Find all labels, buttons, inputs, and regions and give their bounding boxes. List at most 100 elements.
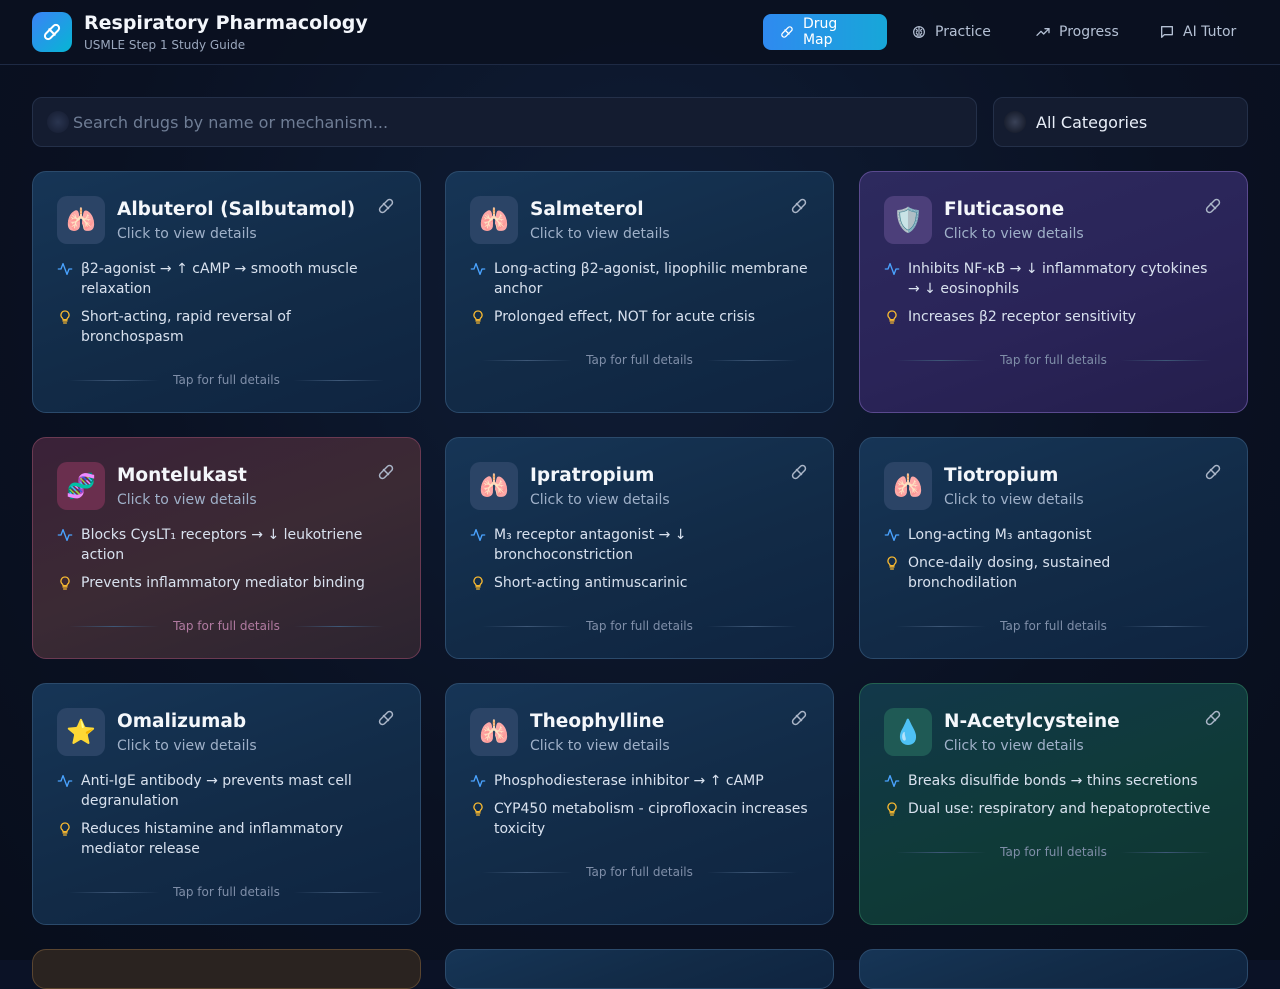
open-details-button[interactable]: [789, 462, 809, 482]
tap-hint-text: Tap for full details: [1000, 353, 1107, 367]
clinical-note-text: CYP450 metabolism - ciprofloxacin increa…: [494, 801, 808, 837]
pill-icon: [781, 26, 793, 38]
drug-card-partial[interactable]: [445, 949, 834, 989]
search-icon: [47, 111, 69, 133]
tap-hint: Tap for full details: [470, 865, 809, 879]
tap-hint-text: Tap for full details: [173, 885, 280, 899]
drug-emoji: 🧬: [66, 472, 96, 500]
pill-link-icon: [378, 710, 394, 726]
activity-icon: [884, 775, 900, 787]
drug-card-subtitle: Click to view details: [117, 492, 257, 508]
mechanism-text: Blocks CysLT₁ receptors → ↓ leukotriene …: [81, 527, 363, 563]
drug-name: Albuterol (Salbutamol): [117, 199, 356, 220]
activity-icon: [57, 529, 73, 541]
lightbulb-icon: [887, 802, 897, 816]
drug-name: Montelukast: [117, 465, 247, 486]
drug-card[interactable]: 🫁 Salmeterol Click to view details Long-act…: [445, 171, 834, 413]
divider: [706, 625, 797, 627]
divider: [69, 891, 160, 893]
mechanism-row: Phosphodiesterase inhibitor → ↑ cAMP: [470, 771, 809, 791]
activity-icon: [57, 263, 73, 275]
app-title: Respiratory Pharmacology: [84, 12, 368, 34]
nav-drug-map[interactable]: Drug Map: [763, 14, 887, 50]
drug-card-subtitle: Click to view details: [530, 492, 670, 508]
activity-icon: [884, 529, 900, 541]
divider: [1120, 851, 1211, 853]
tap-hint: Tap for full details: [57, 619, 396, 633]
mechanism-row: Long-acting β2-agonist, lipophilic membr…: [470, 259, 809, 299]
drug-card-partial[interactable]: [859, 949, 1248, 989]
drug-icon: ⭐: [57, 708, 105, 756]
tap-hint-text: Tap for full details: [173, 373, 280, 387]
pill-link-icon: [791, 464, 807, 480]
mechanism-row: Anti-IgE antibody → prevents mast cell d…: [57, 771, 396, 811]
mechanism-text: Anti-IgE antibody → prevents mast cell d…: [81, 773, 352, 809]
open-details-button[interactable]: [1203, 708, 1223, 728]
divider: [482, 625, 573, 627]
open-details-button[interactable]: [1203, 462, 1223, 482]
nav-label: Progress: [1059, 24, 1119, 40]
clinical-note-row: Short-acting, rapid reversal of bronchos…: [57, 307, 396, 347]
pill-link-icon: [1205, 710, 1221, 726]
drug-card-subtitle: Click to view details: [530, 226, 670, 242]
open-details-button[interactable]: [1203, 196, 1223, 216]
tap-hint: Tap for full details: [57, 885, 396, 899]
drug-card[interactable]: ⭐ Omalizumab Click to view details Anti-IgE…: [32, 683, 421, 925]
tap-hint-text: Tap for full details: [586, 353, 693, 367]
drug-emoji: 🫁: [893, 472, 923, 500]
divider: [293, 891, 384, 893]
clinical-note-row: Prolonged effect, NOT for acute crisis: [470, 307, 809, 327]
drug-card[interactable]: 💧 N-Acetylcysteine Click to view details Br…: [859, 683, 1248, 925]
lightbulb-icon: [473, 576, 483, 590]
open-details-button[interactable]: [789, 708, 809, 728]
nav-progress[interactable]: Progress: [1019, 14, 1139, 50]
nav-label: Practice: [935, 24, 991, 40]
divider: [69, 625, 160, 627]
drug-card[interactable]: 🛡️ Fluticasone Click to view details Inhibi…: [859, 171, 1248, 413]
tap-hint-text: Tap for full details: [586, 865, 693, 879]
open-details-button[interactable]: [376, 462, 396, 482]
divider: [69, 379, 160, 381]
clinical-note-row: CYP450 metabolism - ciprofloxacin increa…: [470, 799, 809, 839]
drug-card[interactable]: 🫁 Theophylline Click to view details Phosph…: [445, 683, 834, 925]
drug-emoji: 🛡️: [893, 206, 923, 234]
drug-card[interactable]: 🫁 Albuterol (Salbutamol) Click to view det…: [32, 171, 421, 413]
drug-card[interactable]: 🫁 Tiotropium Click to view details Long-act…: [859, 437, 1248, 659]
divider: [293, 625, 384, 627]
activity-icon: [884, 263, 900, 275]
drug-name: Omalizumab: [117, 711, 247, 732]
drug-icon: 🫁: [470, 708, 518, 756]
lightbulb-icon: [60, 310, 70, 324]
open-details-button[interactable]: [789, 196, 809, 216]
lightbulb-icon: [887, 556, 897, 570]
clinical-note-row: Reduces histamine and inflammatory media…: [57, 819, 396, 859]
activity-icon: [57, 775, 73, 787]
open-details-button[interactable]: [376, 196, 396, 216]
clinical-note-text: Short-acting, rapid reversal of bronchos…: [81, 309, 291, 345]
clinical-note-row: Dual use: respiratory and hepatoprotecti…: [884, 799, 1223, 819]
mechanism-row: Inhibits NF-κB → ↓ inflammatory cytokine…: [884, 259, 1223, 299]
nav-ai-tutor[interactable]: AI Tutor: [1143, 14, 1253, 50]
category-filter-select[interactable]: All Categories: [993, 97, 1248, 147]
drug-icon: 🫁: [884, 462, 932, 510]
clinical-note-row: Prevents inflammatory mediator binding: [57, 573, 396, 593]
trending-up-icon: [1036, 27, 1050, 36]
activity-icon: [470, 263, 486, 275]
search-input[interactable]: [73, 112, 976, 132]
tap-hint: Tap for full details: [884, 845, 1223, 859]
mechanism-row: Long-acting M₃ antagonist: [884, 525, 1223, 545]
activity-icon: [470, 775, 486, 787]
nav-label: AI Tutor: [1183, 24, 1237, 40]
nav-practice[interactable]: Practice: [895, 14, 1015, 50]
nav-label: Drug Map: [802, 16, 838, 48]
mechanism-row: Breaks disulfide bonds → thins secretion…: [884, 771, 1223, 791]
drug-icon: 🛡️: [884, 196, 932, 244]
open-details-button[interactable]: [376, 708, 396, 728]
drug-card[interactable]: 🫁 Ipratropium Click to view details M₃ rece…: [445, 437, 834, 659]
clinical-note-row: Increases β2 receptor sensitivity: [884, 307, 1223, 327]
divider: [706, 871, 797, 873]
mechanism-text: Long-acting β2-agonist, lipophilic membr…: [494, 261, 808, 297]
mechanism-text: Long-acting M₃ antagonist: [908, 527, 1092, 543]
drug-card[interactable]: 🧬 Montelukast Click to view details Blocks …: [32, 437, 421, 659]
drug-card-partial[interactable]: [32, 949, 421, 989]
